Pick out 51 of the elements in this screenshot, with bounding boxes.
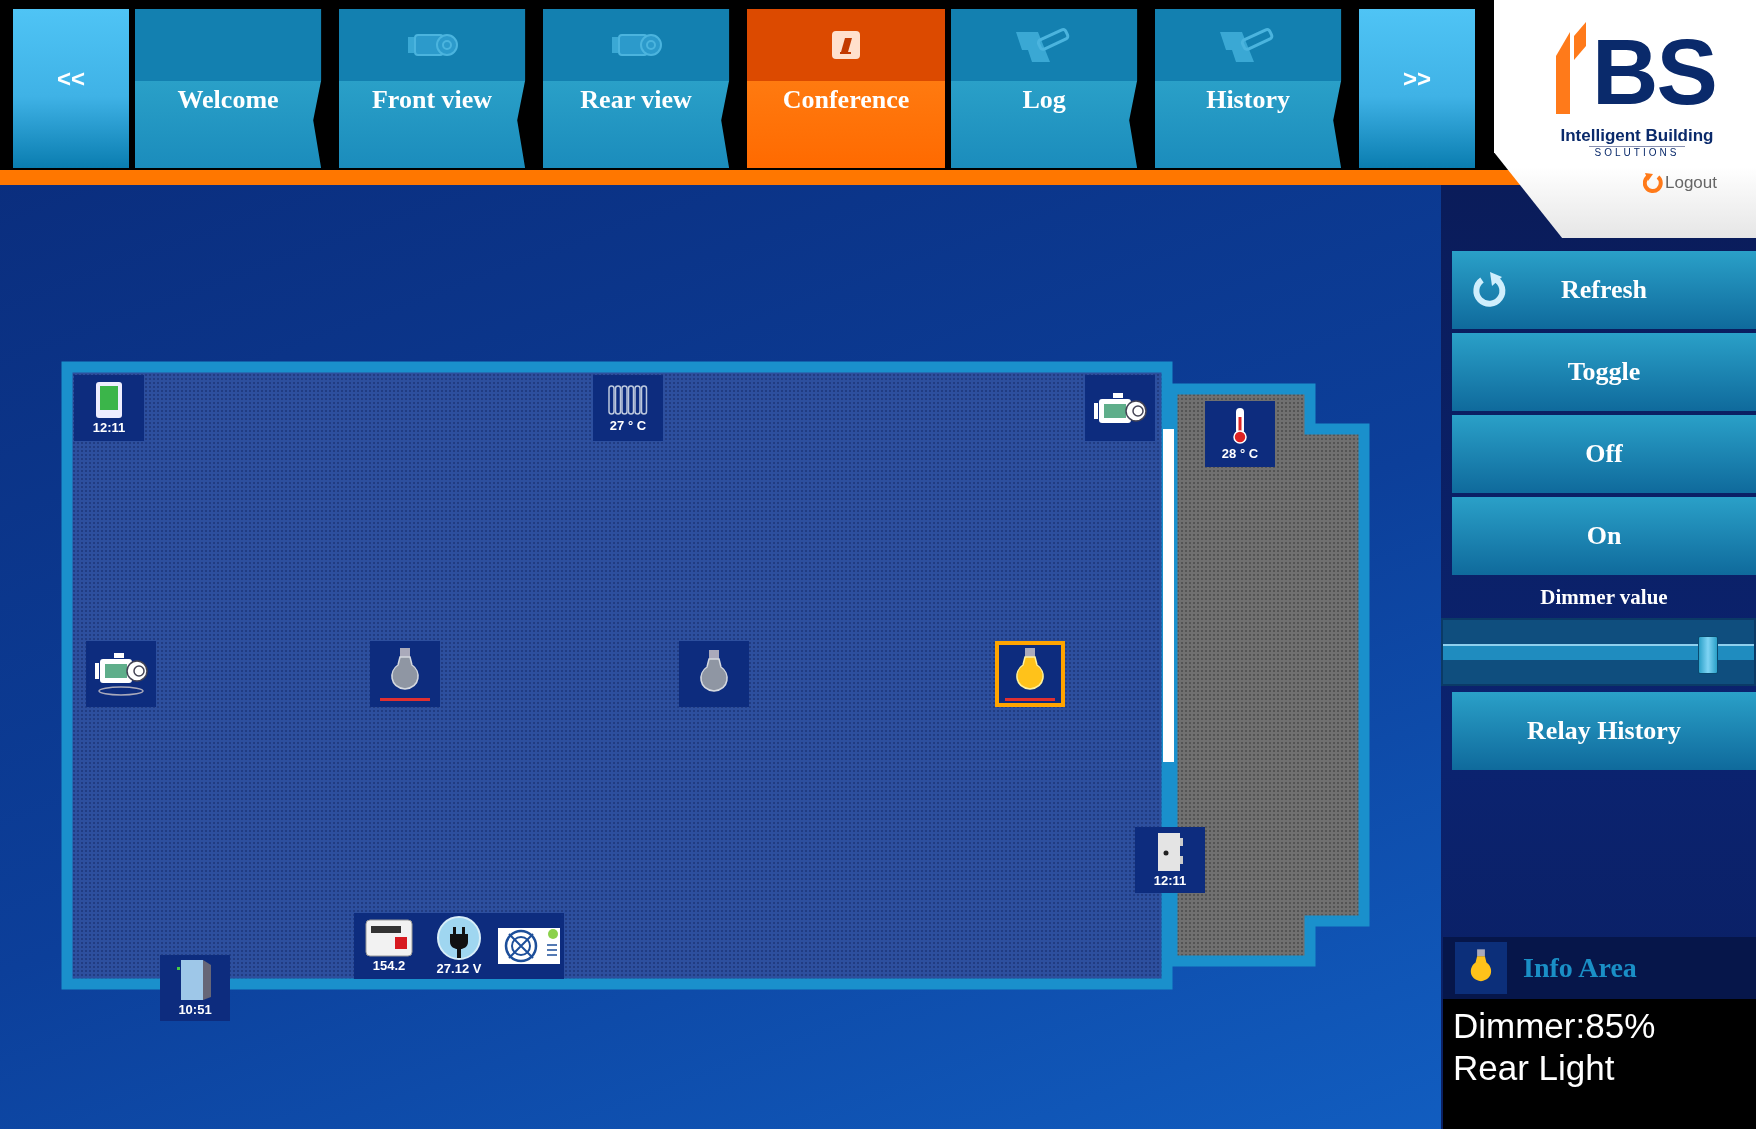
dimmer-slider[interactable]	[1441, 618, 1756, 686]
device-tile[interactable]	[679, 641, 749, 707]
logo-letters: BS	[1592, 31, 1716, 114]
logo-tagline: Intelligent Building	[1560, 126, 1714, 146]
device-tile[interactable]: 28 ° C	[1205, 401, 1275, 467]
device-reading: 28 ° C	[1221, 446, 1259, 461]
info-line: Dimmer:85%	[1453, 1005, 1657, 1047]
device-reading: 10:51	[178, 1002, 212, 1017]
device-tile[interactable]: 10:51	[160, 955, 230, 1021]
command-button[interactable]: Toggle	[1452, 333, 1756, 411]
device-tile[interactable]: 27 ° C	[593, 375, 663, 441]
device-reading: 27.12 V	[436, 961, 482, 976]
command-button[interactable]: On	[1452, 497, 1756, 575]
device-tile[interactable]	[995, 641, 1065, 707]
device-reading: 12:11	[92, 420, 126, 435]
next-button[interactable]: >>	[1359, 9, 1475, 168]
info-title: Info Area	[1523, 952, 1637, 984]
radiator-icon	[606, 383, 650, 417]
logout-link[interactable]: Logout	[1643, 172, 1717, 194]
device-reading: 154.2	[372, 958, 406, 973]
thermostat-icon	[94, 381, 124, 419]
slider-thumb[interactable]	[1698, 636, 1719, 674]
camera-icon	[1093, 391, 1147, 425]
device-tile[interactable]: 27.12 V	[424, 913, 494, 979]
device-reading: 27 ° C	[609, 418, 647, 433]
device-tile[interactable]	[370, 641, 440, 707]
ventilation-icon	[497, 927, 561, 965]
device-reading: 12:11	[1153, 873, 1187, 888]
note-icon	[831, 30, 861, 60]
previous-button[interactable]: <<	[13, 9, 129, 168]
device-tile[interactable]: 154.2	[354, 913, 424, 979]
logo-subline: SOLUTIONS	[1588, 146, 1686, 158]
door-icon	[1155, 832, 1185, 872]
tab[interactable]: Conference	[747, 9, 945, 168]
camera-icon	[406, 32, 459, 58]
device-tile[interactable]	[494, 913, 564, 979]
logout-icon	[1643, 172, 1665, 194]
relay-history-button[interactable]: Relay History	[1452, 692, 1756, 770]
dimmer-label: Dimmer value	[1539, 585, 1669, 610]
thermometer-icon	[1230, 407, 1250, 445]
command-button[interactable]: Off	[1452, 415, 1756, 493]
info-line: Rear Light	[1453, 1047, 1616, 1089]
device-tile[interactable]	[86, 641, 156, 707]
device-tile[interactable]: 12:11	[1135, 827, 1205, 893]
refresh-button[interactable]: Refresh	[1452, 251, 1756, 329]
device-tile[interactable]: 12:11	[74, 375, 144, 441]
electric-meter-icon	[365, 919, 413, 957]
device-tile[interactable]	[1085, 375, 1155, 441]
plug-icon	[435, 916, 483, 960]
rotating-camera-icon	[94, 651, 148, 697]
camera-icon	[610, 32, 663, 58]
